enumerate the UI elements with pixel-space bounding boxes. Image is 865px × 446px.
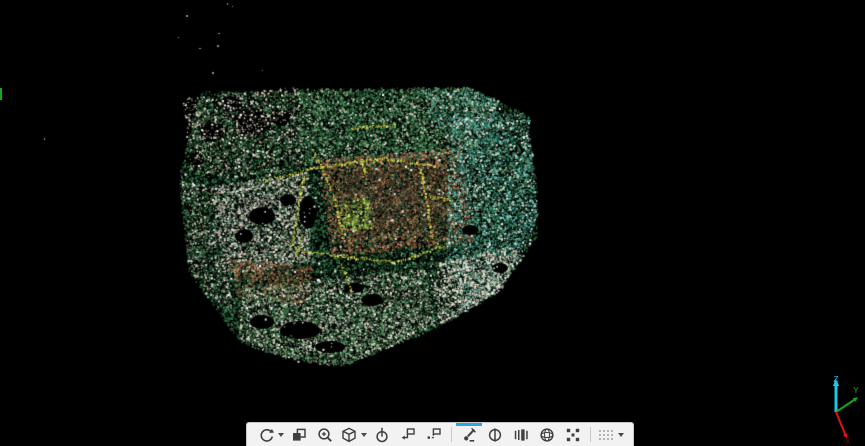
- tool-pan[interactable]: [287, 424, 311, 446]
- tool-slices[interactable]: [509, 424, 533, 446]
- contrast-icon: [486, 426, 504, 444]
- dropdown-caret[interactable]: [278, 433, 284, 437]
- left-edge-marker: [0, 88, 2, 100]
- sphere-icon: [538, 426, 556, 444]
- dot-grid-icon: [597, 426, 615, 444]
- x-axis-label: X: [845, 436, 851, 446]
- y-axis-arrow: [836, 400, 854, 412]
- tool-views[interactable]: [339, 424, 368, 446]
- axis-gizmo: Z Y X: [806, 374, 865, 446]
- viewer-window: Z Y X: [0, 0, 865, 446]
- toolbar-separator: [451, 427, 452, 442]
- flag-dashed-icon: [425, 426, 443, 444]
- stylus-icon: [460, 426, 478, 444]
- tool-turntable[interactable]: [370, 424, 394, 446]
- tool-fit-view[interactable]: [561, 424, 585, 446]
- pan-icon: [290, 426, 308, 444]
- tool-pick-scan[interactable]: [457, 424, 481, 446]
- tool-orbit[interactable]: [256, 424, 285, 446]
- tool-annotation[interactable]: [396, 424, 420, 446]
- x-axis-arrow: [836, 412, 845, 434]
- tool-add-annotation[interactable]: [422, 424, 446, 446]
- tool-zoom-window[interactable]: [313, 424, 337, 446]
- tool-render-sphere[interactable]: [535, 424, 559, 446]
- flag-icon: [399, 426, 417, 444]
- dropdown-caret[interactable]: [618, 433, 624, 437]
- y-axis-label: Y: [853, 385, 859, 395]
- cube-icon: [340, 426, 358, 444]
- orbit-icon: [257, 426, 275, 444]
- expand-icon: [564, 426, 582, 444]
- bottom-toolbar: [246, 422, 634, 446]
- slice-bars-icon: [512, 426, 530, 444]
- zoom-icon: [316, 426, 334, 444]
- tool-grid-options[interactable]: [596, 424, 625, 446]
- dropdown-caret[interactable]: [361, 433, 367, 437]
- tool-split-view[interactable]: [483, 424, 507, 446]
- point-cloud-viewport[interactable]: [0, 0, 865, 446]
- turntable-icon: [373, 426, 391, 444]
- z-axis-label: Z: [833, 374, 838, 384]
- toolbar-separator: [590, 427, 591, 442]
